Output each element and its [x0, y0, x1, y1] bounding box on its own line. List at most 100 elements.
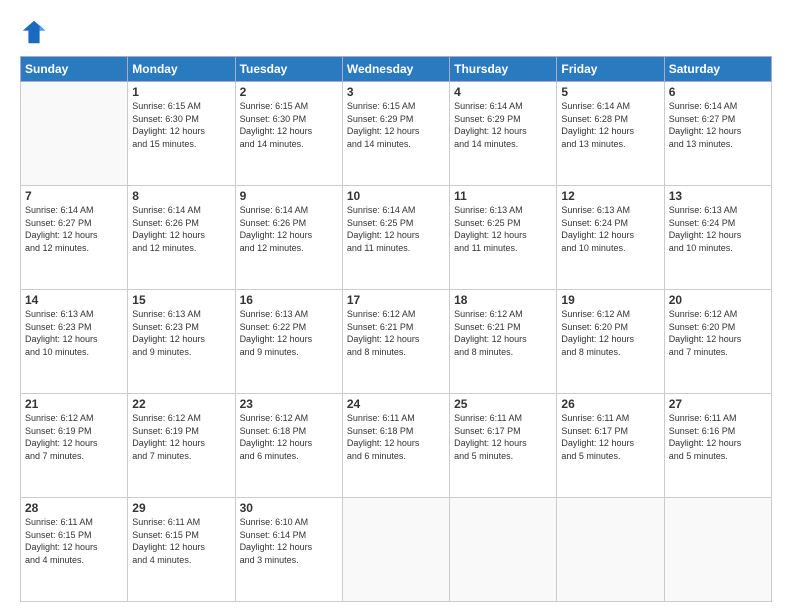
day-number: 20 — [669, 293, 767, 307]
week-row-4: 28Sunrise: 6:11 AM Sunset: 6:15 PM Dayli… — [21, 498, 772, 602]
logo-icon — [20, 18, 48, 46]
calendar-body: 1Sunrise: 6:15 AM Sunset: 6:30 PM Daylig… — [21, 82, 772, 602]
calendar-cell: 8Sunrise: 6:14 AM Sunset: 6:26 PM Daylig… — [128, 186, 235, 290]
day-info: Sunrise: 6:12 AM Sunset: 6:18 PM Dayligh… — [240, 412, 338, 462]
calendar-cell: 27Sunrise: 6:11 AM Sunset: 6:16 PM Dayli… — [664, 394, 771, 498]
day-number: 3 — [347, 85, 445, 99]
day-number: 24 — [347, 397, 445, 411]
day-info: Sunrise: 6:12 AM Sunset: 6:20 PM Dayligh… — [561, 308, 659, 358]
calendar-cell: 28Sunrise: 6:11 AM Sunset: 6:15 PM Dayli… — [21, 498, 128, 602]
day-info: Sunrise: 6:11 AM Sunset: 6:16 PM Dayligh… — [669, 412, 767, 462]
day-number: 21 — [25, 397, 123, 411]
day-info: Sunrise: 6:14 AM Sunset: 6:25 PM Dayligh… — [347, 204, 445, 254]
day-info: Sunrise: 6:14 AM Sunset: 6:28 PM Dayligh… — [561, 100, 659, 150]
calendar-table: SundayMondayTuesdayWednesdayThursdayFrid… — [20, 56, 772, 602]
day-number: 11 — [454, 189, 552, 203]
calendar-cell: 13Sunrise: 6:13 AM Sunset: 6:24 PM Dayli… — [664, 186, 771, 290]
day-number: 7 — [25, 189, 123, 203]
calendar-cell — [342, 498, 449, 602]
day-info: Sunrise: 6:15 AM Sunset: 6:30 PM Dayligh… — [240, 100, 338, 150]
week-row-0: 1Sunrise: 6:15 AM Sunset: 6:30 PM Daylig… — [21, 82, 772, 186]
calendar-cell: 26Sunrise: 6:11 AM Sunset: 6:17 PM Dayli… — [557, 394, 664, 498]
header — [20, 18, 772, 46]
calendar-cell — [664, 498, 771, 602]
day-number: 1 — [132, 85, 230, 99]
calendar-cell: 4Sunrise: 6:14 AM Sunset: 6:29 PM Daylig… — [450, 82, 557, 186]
day-info: Sunrise: 6:11 AM Sunset: 6:17 PM Dayligh… — [561, 412, 659, 462]
calendar-cell: 22Sunrise: 6:12 AM Sunset: 6:19 PM Dayli… — [128, 394, 235, 498]
day-number: 15 — [132, 293, 230, 307]
day-number: 14 — [25, 293, 123, 307]
calendar-cell: 20Sunrise: 6:12 AM Sunset: 6:20 PM Dayli… — [664, 290, 771, 394]
day-info: Sunrise: 6:12 AM Sunset: 6:19 PM Dayligh… — [132, 412, 230, 462]
calendar-cell: 10Sunrise: 6:14 AM Sunset: 6:25 PM Dayli… — [342, 186, 449, 290]
calendar-cell: 16Sunrise: 6:13 AM Sunset: 6:22 PM Dayli… — [235, 290, 342, 394]
day-number: 2 — [240, 85, 338, 99]
calendar-cell: 18Sunrise: 6:12 AM Sunset: 6:21 PM Dayli… — [450, 290, 557, 394]
calendar-cell — [21, 82, 128, 186]
day-header-monday: Monday — [128, 57, 235, 82]
calendar-cell: 19Sunrise: 6:12 AM Sunset: 6:20 PM Dayli… — [557, 290, 664, 394]
day-number: 10 — [347, 189, 445, 203]
day-number: 12 — [561, 189, 659, 203]
day-number: 29 — [132, 501, 230, 515]
day-info: Sunrise: 6:11 AM Sunset: 6:17 PM Dayligh… — [454, 412, 552, 462]
day-info: Sunrise: 6:14 AM Sunset: 6:26 PM Dayligh… — [240, 204, 338, 254]
day-info: Sunrise: 6:15 AM Sunset: 6:30 PM Dayligh… — [132, 100, 230, 150]
calendar-cell: 21Sunrise: 6:12 AM Sunset: 6:19 PM Dayli… — [21, 394, 128, 498]
day-info: Sunrise: 6:13 AM Sunset: 6:23 PM Dayligh… — [132, 308, 230, 358]
calendar-cell — [450, 498, 557, 602]
calendar-cell: 6Sunrise: 6:14 AM Sunset: 6:27 PM Daylig… — [664, 82, 771, 186]
week-row-1: 7Sunrise: 6:14 AM Sunset: 6:27 PM Daylig… — [21, 186, 772, 290]
calendar-cell: 2Sunrise: 6:15 AM Sunset: 6:30 PM Daylig… — [235, 82, 342, 186]
calendar-cell: 24Sunrise: 6:11 AM Sunset: 6:18 PM Dayli… — [342, 394, 449, 498]
calendar-cell: 15Sunrise: 6:13 AM Sunset: 6:23 PM Dayli… — [128, 290, 235, 394]
day-info: Sunrise: 6:14 AM Sunset: 6:29 PM Dayligh… — [454, 100, 552, 150]
calendar-cell: 5Sunrise: 6:14 AM Sunset: 6:28 PM Daylig… — [557, 82, 664, 186]
page: SundayMondayTuesdayWednesdayThursdayFrid… — [0, 0, 792, 612]
day-number: 5 — [561, 85, 659, 99]
day-header-thursday: Thursday — [450, 57, 557, 82]
week-row-3: 21Sunrise: 6:12 AM Sunset: 6:19 PM Dayli… — [21, 394, 772, 498]
calendar-cell: 23Sunrise: 6:12 AM Sunset: 6:18 PM Dayli… — [235, 394, 342, 498]
calendar-header: SundayMondayTuesdayWednesdayThursdayFrid… — [21, 57, 772, 82]
day-number: 17 — [347, 293, 445, 307]
day-info: Sunrise: 6:14 AM Sunset: 6:27 PM Dayligh… — [669, 100, 767, 150]
day-info: Sunrise: 6:12 AM Sunset: 6:21 PM Dayligh… — [347, 308, 445, 358]
day-info: Sunrise: 6:13 AM Sunset: 6:24 PM Dayligh… — [669, 204, 767, 254]
day-number: 8 — [132, 189, 230, 203]
day-info: Sunrise: 6:12 AM Sunset: 6:19 PM Dayligh… — [25, 412, 123, 462]
day-number: 13 — [669, 189, 767, 203]
day-number: 25 — [454, 397, 552, 411]
day-header-saturday: Saturday — [664, 57, 771, 82]
day-info: Sunrise: 6:14 AM Sunset: 6:27 PM Dayligh… — [25, 204, 123, 254]
calendar-cell: 14Sunrise: 6:13 AM Sunset: 6:23 PM Dayli… — [21, 290, 128, 394]
calendar-cell: 1Sunrise: 6:15 AM Sunset: 6:30 PM Daylig… — [128, 82, 235, 186]
day-number: 6 — [669, 85, 767, 99]
calendar-cell: 12Sunrise: 6:13 AM Sunset: 6:24 PM Dayli… — [557, 186, 664, 290]
day-info: Sunrise: 6:14 AM Sunset: 6:26 PM Dayligh… — [132, 204, 230, 254]
day-number: 23 — [240, 397, 338, 411]
calendar-cell: 3Sunrise: 6:15 AM Sunset: 6:29 PM Daylig… — [342, 82, 449, 186]
calendar-cell: 30Sunrise: 6:10 AM Sunset: 6:14 PM Dayli… — [235, 498, 342, 602]
day-number: 27 — [669, 397, 767, 411]
day-number: 18 — [454, 293, 552, 307]
day-number: 4 — [454, 85, 552, 99]
day-info: Sunrise: 6:13 AM Sunset: 6:24 PM Dayligh… — [561, 204, 659, 254]
day-number: 16 — [240, 293, 338, 307]
day-info: Sunrise: 6:12 AM Sunset: 6:21 PM Dayligh… — [454, 308, 552, 358]
day-info: Sunrise: 6:11 AM Sunset: 6:18 PM Dayligh… — [347, 412, 445, 462]
day-info: Sunrise: 6:13 AM Sunset: 6:23 PM Dayligh… — [25, 308, 123, 358]
logo — [20, 18, 52, 46]
day-number: 28 — [25, 501, 123, 515]
calendar-cell: 17Sunrise: 6:12 AM Sunset: 6:21 PM Dayli… — [342, 290, 449, 394]
day-info: Sunrise: 6:13 AM Sunset: 6:22 PM Dayligh… — [240, 308, 338, 358]
day-number: 19 — [561, 293, 659, 307]
day-number: 22 — [132, 397, 230, 411]
day-info: Sunrise: 6:13 AM Sunset: 6:25 PM Dayligh… — [454, 204, 552, 254]
day-info: Sunrise: 6:15 AM Sunset: 6:29 PM Dayligh… — [347, 100, 445, 150]
day-info: Sunrise: 6:12 AM Sunset: 6:20 PM Dayligh… — [669, 308, 767, 358]
calendar-cell: 9Sunrise: 6:14 AM Sunset: 6:26 PM Daylig… — [235, 186, 342, 290]
day-info: Sunrise: 6:10 AM Sunset: 6:14 PM Dayligh… — [240, 516, 338, 566]
day-number: 30 — [240, 501, 338, 515]
